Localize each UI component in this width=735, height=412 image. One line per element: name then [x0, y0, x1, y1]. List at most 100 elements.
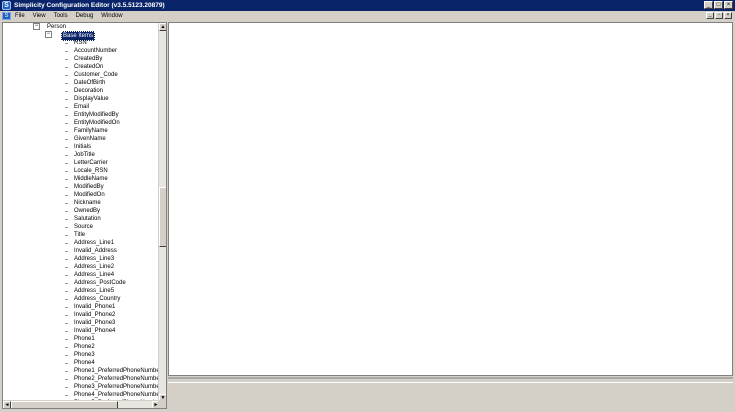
collapse-icon[interactable]: − — [33, 23, 40, 30]
tree-item-label: Customer_Code — [74, 72, 118, 78]
tree-connector — [65, 275, 68, 276]
bottom-panel-content — [168, 382, 733, 411]
menu-view[interactable]: View — [29, 11, 50, 21]
tree-item-label: Address_Line1 — [74, 240, 115, 246]
tree-connector — [65, 51, 68, 52]
tree-item-label: Invalid_Phone1 — [74, 304, 116, 310]
tree-connector — [65, 315, 68, 316]
tree-connector — [65, 347, 68, 348]
tree-item-label: Nickname — [74, 200, 101, 206]
tree-connector — [65, 379, 68, 380]
tree-connector — [65, 363, 68, 364]
menu-file[interactable]: File — [11, 11, 29, 21]
minimize-button[interactable]: _ — [704, 1, 713, 9]
tree-item-label: Address_Line2 — [74, 264, 115, 270]
tree-connector — [65, 139, 68, 140]
tree-connector — [65, 83, 68, 84]
tree-connector — [65, 395, 68, 396]
tree-connector — [65, 195, 68, 196]
tree-panel: − Person − Base Items RSN AccountNumber Cr… — [2, 22, 167, 409]
tree-connector — [65, 307, 68, 308]
tree-vertical-scrollbar[interactable]: ▲ ▼ — [158, 23, 166, 402]
tree-item-label: Address_PostCode — [74, 280, 126, 286]
tree-connector — [65, 283, 68, 284]
tree-connector — [65, 59, 68, 60]
tree-connector — [65, 67, 68, 68]
tree-item-label: Initials — [74, 144, 92, 150]
tree-item-label: Invalid_Phone4 — [74, 328, 116, 334]
app-icon[interactable]: S — [2, 1, 11, 10]
tree-item-label: EntityModifiedBy — [74, 112, 119, 118]
window-controls: _ □ × — [704, 1, 733, 9]
tree-item-label: CreatedOn — [74, 64, 104, 70]
close-button[interactable]: × — [724, 1, 733, 9]
tree-item-label: ModifiedBy — [74, 184, 104, 190]
maximize-button[interactable]: □ — [714, 1, 723, 9]
tree-connector — [65, 99, 68, 100]
document-minimize-button[interactable]: _ — [706, 12, 714, 19]
tree-horizontal-scrollbar[interactable]: ◄ ► — [3, 400, 160, 408]
scroll-up-button[interactable]: ▲ — [159, 23, 166, 31]
tree-connector — [65, 211, 68, 212]
tree-connector — [65, 75, 68, 76]
tree-item-label: Email — [74, 104, 90, 110]
window-title: Simplicity Configuration Editor (v3.5.51… — [14, 2, 165, 9]
tree-connector — [65, 131, 68, 132]
tree-item-label: Phone4 — [74, 360, 95, 366]
tree-item-label: JobTitle — [74, 152, 95, 158]
tree-connector — [65, 323, 68, 324]
tree-item-label: LetterCarrier — [74, 160, 108, 166]
tree-item-label: Title — [74, 232, 86, 238]
tree-item-label: Address_Line5 — [74, 288, 115, 294]
tree-connector — [65, 243, 68, 244]
title-bar[interactable]: S Simplicity Configuration Editor (v3.5.… — [0, 0, 735, 11]
tree-view[interactable]: − Person − Base Items RSN AccountNumber Cr… — [3, 23, 160, 402]
tree-connector — [65, 355, 68, 356]
tree-connector — [65, 339, 68, 340]
menu-window[interactable]: Window — [97, 11, 126, 21]
tree-item-label: CreatedBy — [74, 56, 103, 62]
tree-item-label: Invalid_Address — [74, 248, 117, 254]
tree-connector — [65, 163, 68, 164]
tree-connector — [65, 171, 68, 172]
document-close-button[interactable]: × — [724, 12, 732, 19]
menu-tools[interactable]: Tools — [50, 11, 72, 21]
tree-item-label: GivenName — [74, 136, 106, 142]
tree-item-label: Phone1_PreferredPhoneNumber — [74, 368, 160, 374]
tree-connector — [65, 107, 68, 108]
tree-connector — [65, 155, 68, 156]
tree-connector — [65, 187, 68, 188]
document-restore-button[interactable]: ▫ — [715, 12, 723, 19]
scroll-left-button[interactable]: ◄ — [3, 401, 11, 408]
document-icon[interactable]: S — [2, 12, 11, 20]
scrollbar-thumb[interactable] — [159, 187, 166, 247]
tree-item-label: Phone1 — [74, 336, 95, 342]
tree-item-label: Source — [74, 224, 94, 230]
tree-node-label: Person — [47, 24, 67, 30]
collapse-icon[interactable]: − — [45, 31, 52, 38]
tree-connector — [65, 43, 68, 44]
menu-debug[interactable]: Debug — [72, 11, 98, 21]
tree-connector — [65, 219, 68, 220]
tree-connector — [65, 203, 68, 204]
tree-item-label: MiddleName — [74, 176, 108, 182]
menu-bar: S File View Tools Debug Window _ ▫ × — [0, 11, 735, 21]
tree-connector — [65, 331, 68, 332]
tree-item-label: RSN — [74, 40, 87, 46]
tree-connector — [65, 251, 68, 252]
scrollbar-thumb-horizontal[interactable] — [11, 401, 118, 408]
tree-connector — [65, 115, 68, 116]
tree-connector — [65, 227, 68, 228]
editor-area[interactable] — [168, 22, 733, 376]
tree-item-label: Phone3 — [74, 352, 95, 358]
tree-item-label: AccountNumber — [74, 48, 118, 54]
scrollbar-corner — [158, 400, 166, 408]
tree-connector — [65, 259, 68, 260]
tree-item-label: EntityModifiedOn — [74, 120, 120, 126]
tree-item-label: DateOfBirth — [74, 80, 106, 86]
bottom-panel — [168, 377, 733, 411]
tree-item-label: Address_Line3 — [74, 256, 115, 262]
tree-item-label: Phone2_PreferredPhoneNumber — [74, 376, 160, 382]
tree-connector — [65, 299, 68, 300]
tree-item-label: Locale_RSN — [74, 168, 108, 174]
